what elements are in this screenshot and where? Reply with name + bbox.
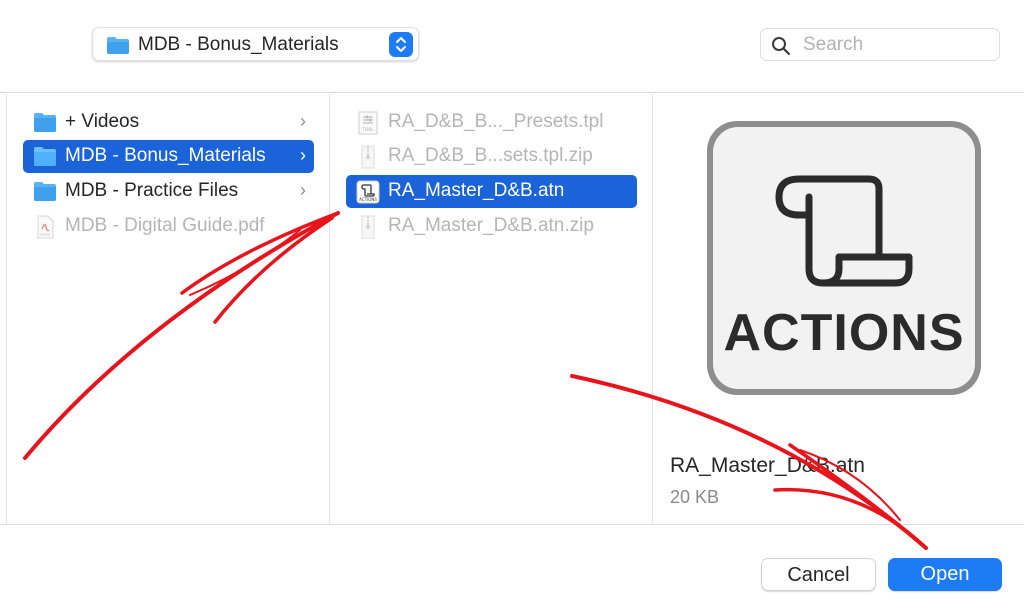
list-item-practice-files[interactable]: MDB - Practice Files › (23, 175, 314, 208)
list-item-master-atn[interactable]: ACTIONS RA_Master_D&B.atn (346, 175, 637, 208)
item-name: + Videos (65, 111, 140, 132)
item-name: MDB - Digital Guide.pdf (65, 215, 265, 236)
list-item-videos[interactable]: + Videos › (23, 106, 314, 139)
list-item-presets-zip[interactable]: RA_D&B_B...sets.tpl.zip (346, 140, 637, 173)
item-name: MDB - Bonus_Materials (65, 145, 266, 166)
zip-file-icon (356, 145, 380, 169)
cancel-button[interactable]: Cancel (761, 558, 876, 591)
list-item-bonus-materials[interactable]: MDB - Bonus_Materials › (23, 140, 314, 173)
preview-icon-face: ACTIONS (713, 127, 975, 389)
pdf-file-icon (33, 215, 57, 239)
column-bonus-materials: TOOL RA_D&B_B..._Presets.tpl RA_D&B_B...… (330, 94, 653, 524)
location-popup[interactable]: MDB - Bonus_Materials (92, 27, 419, 61)
svg-text:ACTIONS: ACTIONS (359, 197, 377, 202)
item-name: RA_D&B_B..._Presets.tpl (388, 111, 604, 132)
item-name: RA_Master_D&B.atn (388, 180, 565, 201)
toolbar: MDB - Bonus_Materials (0, 0, 1024, 93)
list-item-presets-tpl[interactable]: TOOL RA_D&B_B..._Presets.tpl (346, 106, 637, 139)
folder-icon (33, 111, 57, 135)
preview-pane: ACTIONS RA_Master_D&B.atn 20 KB (653, 94, 1024, 524)
item-name: MDB - Practice Files (65, 180, 239, 201)
zip-file-icon (356, 215, 380, 239)
folder-icon (33, 145, 57, 169)
actions-file-preview-icon: ACTIONS (707, 121, 981, 395)
preview-file-name: RA_Master_D&B.atn (670, 454, 865, 477)
location-label: MDB - Bonus_Materials (138, 34, 339, 55)
scroll-icon (775, 175, 913, 287)
updown-chevron-icon[interactable] (389, 32, 413, 57)
preview-file-size: 20 KB (670, 487, 720, 507)
search-icon (771, 36, 791, 61)
preview-icon-label: ACTIONS (723, 304, 965, 362)
column-browser: + Videos › MDB - Bonus_Materials › MDB -… (0, 94, 1024, 524)
tool-file-icon: TOOL (356, 111, 380, 135)
folder-icon (106, 36, 130, 60)
search-field[interactable] (760, 28, 1000, 61)
chevron-right-icon: › (300, 111, 306, 131)
list-item-digital-guide[interactable]: MDB - Digital Guide.pdf (23, 210, 314, 243)
item-name: RA_Master_D&B.atn.zip (388, 215, 594, 236)
search-input[interactable] (803, 33, 993, 57)
dialog-footer: Cancel Open (0, 524, 1024, 614)
chevron-right-icon: › (300, 145, 306, 165)
list-item-master-atn-zip[interactable]: RA_Master_D&B.atn.zip (346, 210, 637, 243)
svg-text:TOOL: TOOL (362, 127, 375, 132)
item-name: RA_D&B_B...sets.tpl.zip (388, 145, 593, 166)
open-button[interactable]: Open (888, 558, 1002, 591)
chevron-right-icon: › (300, 180, 306, 200)
folder-icon (33, 180, 57, 204)
column-parent: + Videos › MDB - Bonus_Materials › MDB -… (6, 94, 330, 524)
actions-file-icon: ACTIONS (356, 180, 380, 204)
